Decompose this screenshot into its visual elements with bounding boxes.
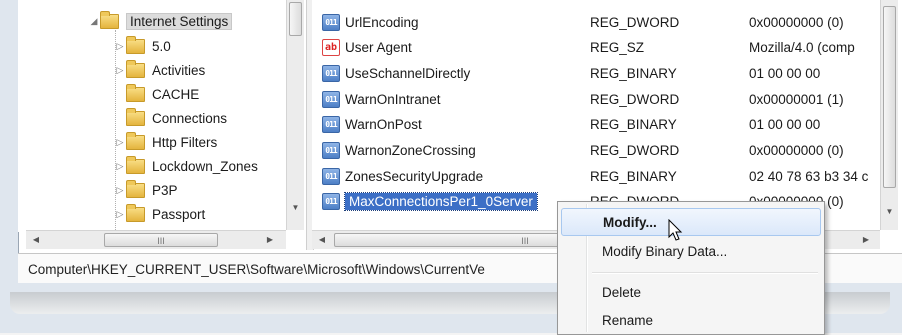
binary-value-icon: 011 bbox=[322, 14, 340, 31]
tree-item-label: Lockdown_Zones bbox=[152, 158, 258, 174]
value-data: 0x00000000 (0) bbox=[749, 15, 844, 30]
collapsed-arrow-icon[interactable]: ▷ bbox=[114, 204, 126, 224]
scrollbar-thumb[interactable] bbox=[289, 2, 302, 36]
scroll-right-arrow-icon[interactable]: ▶ bbox=[860, 232, 872, 248]
tree-item-activities[interactable]: ▷ Activities bbox=[114, 59, 206, 80]
folder-icon bbox=[126, 155, 145, 174]
value-type: REG_BINARY bbox=[590, 66, 677, 81]
binary-value-icon: 011 bbox=[322, 168, 340, 185]
menu-item-label: Rename bbox=[602, 312, 654, 328]
value-type: REG_SZ bbox=[590, 40, 645, 55]
value-data: 01 00 00 00 bbox=[749, 117, 821, 132]
tree-item-label: Passport bbox=[152, 206, 206, 222]
value-type: REG_DWORD bbox=[590, 15, 680, 30]
tree-item-connections[interactable]: Connections bbox=[114, 107, 228, 128]
tree-item-p3p[interactable]: ▷ P3P bbox=[114, 179, 178, 200]
value-name: UseSchannelDirectly bbox=[345, 66, 471, 81]
folder-icon bbox=[126, 131, 145, 150]
scrollbar-thumb[interactable] bbox=[883, 6, 896, 188]
list-vertical-scrollbar[interactable]: ▼ bbox=[880, 0, 898, 230]
value-row[interactable]: 011 WarnOnPost REG_BINARY 01 00 00 00 bbox=[312, 112, 894, 137]
tree-item-cache[interactable]: CACHE bbox=[114, 83, 200, 104]
menu-item-rename[interactable]: Rename bbox=[561, 307, 819, 333]
menu-item-modify-binary-data[interactable]: Modify Binary Data... bbox=[561, 238, 819, 264]
collapsed-arrow-icon[interactable]: ▷ bbox=[114, 156, 126, 176]
value-row[interactable]: 011 ZonesSecurityUpgrade REG_BINARY 02 40… bbox=[312, 164, 894, 189]
menu-item-label: Delete bbox=[602, 284, 642, 300]
tree-item-passport[interactable]: ▷ Passport bbox=[114, 203, 206, 224]
tree-item-lockdown-zones[interactable]: ▷ Lockdown_Zones bbox=[114, 155, 258, 176]
scroll-left-arrow-icon[interactable]: ◀ bbox=[30, 232, 42, 248]
menu-item-delete[interactable]: Delete bbox=[561, 279, 819, 305]
tree-item-http-filters[interactable]: ▷ Http Filters bbox=[114, 131, 218, 152]
values-list-pane[interactable]: 011 UrlEncoding REG_DWORD 0x00000000 (0) … bbox=[312, 0, 894, 232]
tree-horizontal-scrollbar[interactable]: ◀ III ▶ bbox=[26, 230, 286, 249]
value-row[interactable]: 011 UseSchannelDirectly REG_BINARY 01 00 … bbox=[312, 61, 894, 86]
scrollbar-thumb[interactable]: III bbox=[104, 233, 218, 247]
value-type: REG_BINARY bbox=[590, 117, 677, 132]
expanded-arrow-icon[interactable]: ◢ bbox=[88, 11, 100, 31]
folder-icon bbox=[126, 107, 145, 126]
value-name: WarnOnPost bbox=[345, 117, 422, 132]
value-name: ZonesSecurityUpgrade bbox=[345, 169, 484, 184]
collapsed-arrow-icon[interactable]: ▷ bbox=[114, 132, 126, 152]
value-name: UrlEncoding bbox=[345, 15, 419, 30]
value-row[interactable]: 011 WarnonZoneCrossing REG_DWORD 0x000000… bbox=[312, 138, 894, 163]
tree-item-internet-settings[interactable]: ◢ Internet Settings bbox=[88, 10, 233, 31]
value-data: 0x00000001 (1) bbox=[749, 92, 844, 107]
collapsed-arrow-icon[interactable]: ▷ bbox=[114, 180, 126, 200]
tree-item-label: CACHE bbox=[152, 86, 200, 102]
folder-icon bbox=[100, 10, 119, 29]
scroll-right-arrow-icon[interactable]: ▶ bbox=[264, 232, 276, 248]
key-tree-pane[interactable]: ◢ Internet Settings ▷ 5.0 ▷ Activities C… bbox=[18, 0, 304, 232]
binary-value-icon: 011 bbox=[322, 91, 340, 108]
value-data: 0x00000000 (0) bbox=[749, 143, 844, 158]
binary-value-icon: 011 bbox=[322, 142, 340, 159]
mouse-pointer-icon bbox=[668, 219, 683, 241]
folder-icon bbox=[126, 35, 145, 54]
binary-value-icon: 011 bbox=[322, 193, 340, 210]
menu-item-modify[interactable]: Modify... bbox=[561, 208, 821, 236]
value-data: 01 00 00 00 bbox=[749, 66, 821, 81]
value-data: 02 40 78 63 b3 34 c bbox=[749, 169, 869, 184]
value-row[interactable]: 011 UrlEncoding REG_DWORD 0x00000000 (0) bbox=[312, 10, 894, 35]
folder-icon bbox=[126, 179, 145, 198]
value-name: WarnonZoneCrossing bbox=[345, 143, 476, 158]
menu-separator bbox=[592, 272, 818, 274]
scroll-down-arrow-icon[interactable]: ▼ bbox=[287, 200, 304, 216]
value-data: Mozilla/4.0 (comp bbox=[749, 40, 855, 55]
scroll-down-arrow-icon[interactable]: ▼ bbox=[881, 204, 898, 220]
value-name: MaxConnectionsPer1_0Server bbox=[344, 192, 538, 211]
binary-value-icon: 011 bbox=[322, 116, 340, 133]
value-type: REG_DWORD bbox=[590, 143, 680, 158]
binary-value-icon: 011 bbox=[322, 65, 340, 82]
folder-icon bbox=[126, 83, 145, 102]
value-row[interactable]: ab User Agent REG_SZ Mozilla/4.0 (comp bbox=[312, 35, 894, 60]
menu-item-label: Modify... bbox=[603, 214, 657, 230]
tree-item-label: P3P bbox=[152, 182, 178, 198]
folder-icon bbox=[126, 59, 145, 78]
folder-icon bbox=[126, 203, 145, 222]
value-type: REG_DWORD bbox=[590, 92, 680, 107]
tree-item-label: 5.0 bbox=[152, 38, 171, 54]
tree-item-5-0[interactable]: ▷ 5.0 bbox=[114, 35, 171, 56]
scroll-left-arrow-icon[interactable]: ◀ bbox=[316, 232, 328, 248]
tree-item-label: Connections bbox=[152, 110, 228, 126]
context-menu[interactable]: Modify... Modify Binary Data... Delete R… bbox=[557, 201, 825, 335]
tree-item-label: Activities bbox=[152, 62, 206, 78]
tree-item-label: Http Filters bbox=[152, 134, 218, 150]
value-name: WarnOnIntranet bbox=[345, 92, 441, 107]
value-row[interactable]: 011 WarnOnIntranet REG_DWORD 0x00000001 (… bbox=[312, 87, 894, 112]
value-type: REG_BINARY bbox=[590, 169, 677, 184]
tree-vertical-scrollbar[interactable]: ▼ bbox=[286, 0, 304, 230]
collapsed-arrow-icon[interactable]: ▷ bbox=[114, 60, 126, 80]
menu-item-label: Modify Binary Data... bbox=[602, 243, 728, 259]
value-name: User Agent bbox=[345, 40, 412, 55]
string-value-icon: ab bbox=[322, 39, 340, 56]
collapsed-arrow-icon[interactable]: ▷ bbox=[114, 36, 126, 56]
tree-item-label: Internet Settings bbox=[126, 12, 233, 30]
